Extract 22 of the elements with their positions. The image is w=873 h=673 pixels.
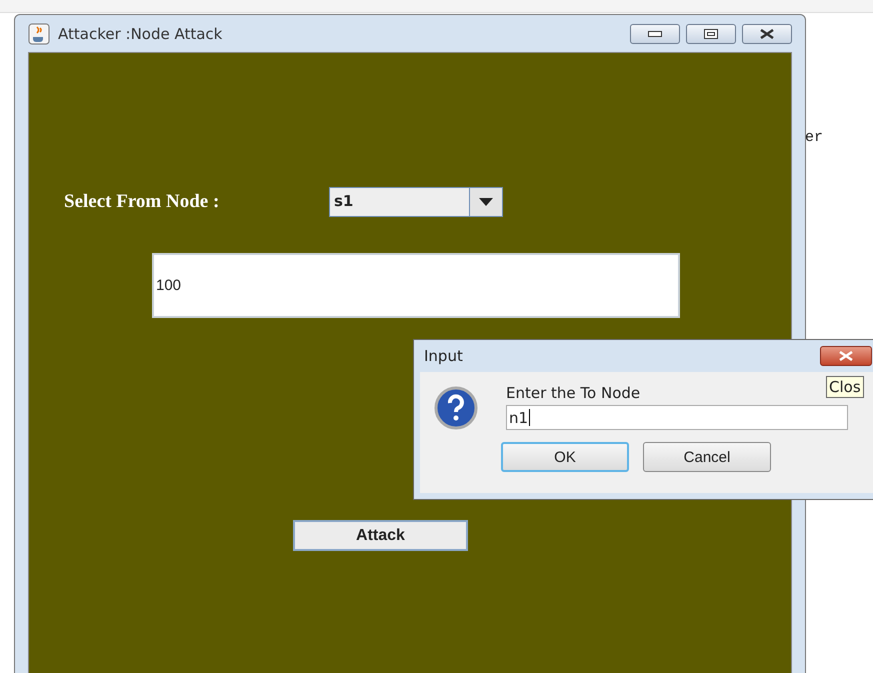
close-icon	[759, 28, 775, 38]
attack-button[interactable]: Attack	[293, 520, 468, 551]
dialog-button[interactable]: Cancel	[643, 442, 771, 472]
close-button[interactable]	[820, 346, 872, 366]
from-node-combo[interactable]: s1	[329, 187, 503, 217]
minimize-icon	[648, 30, 662, 36]
value-field[interactable]: 100	[152, 253, 680, 318]
to-node-input[interactable]: n1	[506, 405, 848, 430]
window-title: Attacker :Node Attack	[58, 24, 224, 42]
dialog-title: Input	[423, 347, 463, 365]
tooltip: Clos	[826, 376, 864, 398]
close-icon	[838, 351, 854, 361]
from-node-label: Select From Node :	[64, 191, 220, 213]
background-text: er	[805, 129, 824, 146]
java-cup-icon	[28, 22, 50, 44]
maximize-button[interactable]	[686, 24, 736, 44]
close-button[interactable]	[742, 24, 792, 44]
caret-icon	[479, 198, 493, 206]
minimize-button[interactable]	[630, 24, 680, 44]
question-icon	[434, 386, 478, 430]
dialog-button[interactable]: OK	[501, 442, 629, 472]
maximize-icon	[704, 28, 718, 38]
